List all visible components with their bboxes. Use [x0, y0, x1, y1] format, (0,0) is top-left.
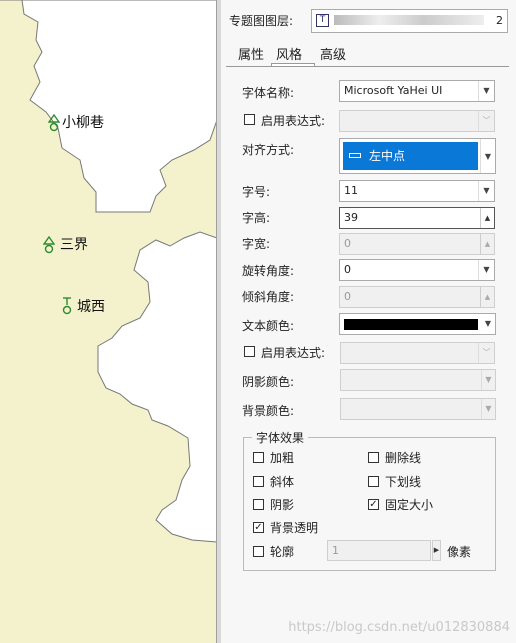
- chevron-down-icon[interactable]: ▼: [478, 181, 494, 201]
- layer-select[interactable]: T 2: [311, 9, 508, 33]
- chevron-down-icon[interactable]: ﹀: [478, 343, 494, 363]
- font-name-label: 字体名称:: [242, 86, 295, 100]
- watermark: https://blog.csdn.net/u012830884: [288, 620, 510, 635]
- chevron-down-icon[interactable]: ﹀: [478, 111, 494, 131]
- font-size-label: 字号:: [242, 185, 271, 199]
- fixed-size-label: 固定大小: [385, 498, 434, 512]
- slant-input[interactable]: 0 ▲▼: [339, 286, 495, 308]
- enable-expression-label: 启用表达式:: [261, 114, 326, 128]
- shadow-checkbox[interactable]: [253, 499, 264, 510]
- checkmark-icon: ✓: [369, 499, 378, 510]
- chevron-right-icon[interactable]: ▶: [432, 540, 441, 561]
- chevron-down-icon[interactable]: ▼: [478, 81, 494, 101]
- enable-expression-label: 启用表达式:: [261, 346, 326, 360]
- align-left-center-icon: [349, 153, 361, 158]
- italic-checkbox[interactable]: [253, 476, 264, 487]
- fixed-size-checkbox[interactable]: ✓: [368, 499, 379, 510]
- font-name-select[interactable]: Microsoft YaHei UI ▼: [339, 80, 495, 102]
- spin-down-icon[interactable]: ▼: [481, 307, 494, 308]
- font-effects-group: 字体效果 加粗 删除线 斜体 下划线 阴影 ✓ 固定大小 ✓ 背景透明 轮廓 1…: [243, 429, 496, 571]
- chevron-down-icon[interactable]: ▼: [480, 139, 495, 173]
- place-label[interactable]: 小柳巷: [62, 112, 104, 132]
- chevron-down-icon[interactable]: ▼: [481, 314, 495, 334]
- spin-up-icon[interactable]: ▲: [481, 234, 494, 254]
- tab-advanced[interactable]: 高级: [320, 44, 346, 63]
- style-panel: 专题图图层: T 2 属性 风格 高级 字体名称: Microsoft YaHe…: [221, 0, 516, 643]
- bg-transparent-checkbox[interactable]: ✓: [253, 522, 264, 533]
- italic-label: 斜体: [270, 475, 295, 489]
- color-swatch: [344, 319, 478, 330]
- map-view[interactable]: 小柳巷 三界 城西: [0, 0, 217, 643]
- underline-checkbox[interactable]: [368, 476, 379, 487]
- chevron-down-icon[interactable]: ▼: [478, 260, 494, 280]
- place-label[interactable]: 三界: [60, 234, 88, 254]
- font-height-input[interactable]: 39 ▲▼: [339, 207, 495, 229]
- shadow-label: 阴影: [270, 498, 295, 512]
- shadow-color-label: 阴影颜色:: [242, 375, 295, 389]
- place-label[interactable]: 城西: [77, 296, 105, 316]
- tab-style[interactable]: 风格: [276, 44, 302, 63]
- strikethrough-label: 删除线: [385, 451, 422, 465]
- tab-divider: [226, 66, 509, 67]
- map-white-region: [0, 0, 217, 543]
- slant-label: 倾斜角度:: [242, 290, 295, 304]
- text-color-label: 文本颜色:: [242, 319, 295, 333]
- chevron-down-icon[interactable]: ▼: [481, 399, 495, 419]
- rotation-label: 旋转角度:: [242, 264, 295, 278]
- alignment-label: 对齐方式:: [242, 143, 295, 157]
- spinner[interactable]: ▲▼: [480, 234, 494, 254]
- chevron-down-icon[interactable]: ▼: [481, 370, 495, 390]
- spinner[interactable]: ▲▼: [480, 287, 494, 307]
- font-height-label: 字高:: [242, 211, 271, 225]
- bold-label: 加粗: [270, 451, 295, 465]
- text-layer-icon: T: [316, 14, 329, 27]
- spin-up-icon[interactable]: ▲: [481, 208, 494, 228]
- strikethrough-checkbox[interactable]: [368, 452, 379, 463]
- tab-properties[interactable]: 属性: [238, 44, 264, 63]
- underline-label: 下划线: [385, 475, 422, 489]
- rotation-select[interactable]: 0 ▼: [339, 259, 495, 281]
- expression-select[interactable]: ﹀: [340, 342, 495, 364]
- shadow-color-picker[interactable]: ▼: [340, 369, 496, 391]
- expression-select[interactable]: ﹀: [339, 110, 495, 132]
- enable-expression-checkbox[interactable]: [244, 346, 255, 357]
- alignment-select[interactable]: 左中点 ▼: [339, 138, 496, 174]
- outline-unit-label: 像素: [447, 545, 472, 559]
- layer-label: 专题图图层:: [229, 14, 294, 28]
- blurred-layer-name: [334, 15, 484, 25]
- bg-color-label: 背景颜色:: [242, 404, 295, 418]
- spin-up-icon[interactable]: ▲: [481, 287, 494, 307]
- bold-checkbox[interactable]: [253, 452, 264, 463]
- font-width-input[interactable]: 0 ▲▼: [339, 233, 495, 255]
- checkmark-icon: ✓: [254, 522, 263, 533]
- bg-color-picker[interactable]: ▼: [340, 398, 496, 420]
- font-width-label: 字宽:: [242, 237, 271, 251]
- outline-label: 轮廓: [270, 545, 295, 559]
- spin-down-icon[interactable]: ▼: [481, 228, 494, 229]
- spinner[interactable]: ▲▼: [480, 208, 494, 228]
- alignment-selected-item[interactable]: 左中点: [343, 142, 478, 170]
- text-color-picker[interactable]: ▼: [339, 313, 496, 335]
- font-size-select[interactable]: 11 ▼: [339, 180, 495, 202]
- outline-width-input[interactable]: 1: [327, 540, 431, 561]
- enable-expression-checkbox[interactable]: [244, 114, 255, 125]
- group-title: 字体效果: [252, 429, 309, 446]
- bg-transparent-label: 背景透明: [270, 521, 319, 535]
- spin-down-icon[interactable]: ▼: [481, 254, 494, 255]
- outline-checkbox[interactable]: [253, 546, 264, 557]
